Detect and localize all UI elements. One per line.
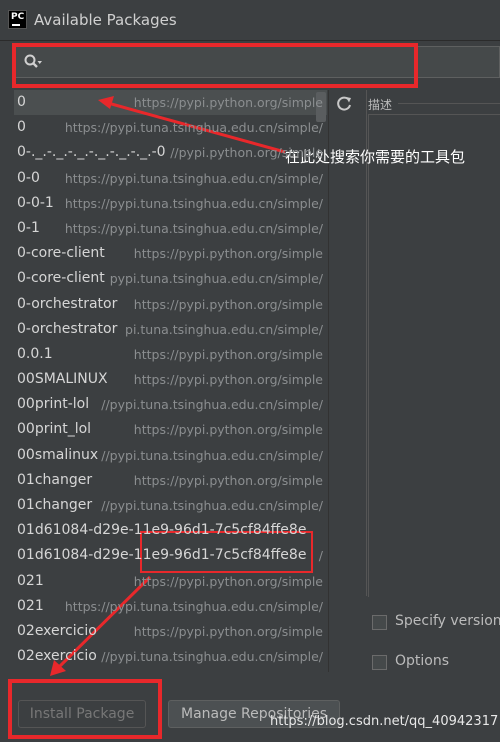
package-repository: pi.tuna.tsinghua.edu.cn/simple/: [125, 321, 323, 337]
package-row[interactable]: https://pypi.tuna.tsinghua.edu.cn/simple…: [14, 115, 327, 140]
description-divider: [398, 103, 500, 104]
title-bar: PC Available Packages: [0, 0, 500, 41]
package-repository: //pypi.python.org/simple: [170, 145, 323, 161]
package-row[interactable]: https://pypi.tuna.tsinghua.edu.cn/simple…: [14, 166, 327, 191]
package-list[interactable]: https://pypi.python.org/simple 0 https://p…: [14, 90, 327, 672]
package-repository: pypi.tuna.tsinghua.edu.cn/simple/: [109, 271, 323, 287]
options-label: Options: [395, 653, 450, 669]
package-name: 0-._.-._.-._.-._.-._.-._.-0: [17, 144, 166, 161]
package-repository: //pypi.tuna.tsinghua.edu.cn/simple/: [101, 649, 323, 665]
package-name: 0-0-1: [17, 194, 54, 211]
package-name: 02exercicio: [17, 648, 97, 665]
package-repository: https://pypi.python.org/simple: [133, 573, 323, 589]
package-name: 0-core-client: [17, 245, 105, 262]
package-row[interactable]: https://pypi.python.org/simple 0-core-cli…: [14, 241, 327, 266]
package-repository: https://pypi.python.org/simple: [133, 623, 323, 639]
package-row[interactable]: https://pypi.tuna.tsinghua.edu.cn/simple…: [14, 216, 327, 241]
package-name: 01changer: [17, 497, 93, 513]
package-repository: https://pypi.python.org/simple: [133, 346, 323, 362]
package-repository: https://pypi.python.org/simple: [133, 472, 323, 488]
package-repository: /: [318, 548, 323, 564]
package-name: 01changer: [17, 471, 93, 488]
package-name: 0-orchestrator: [17, 320, 118, 337]
specify-version-checkbox[interactable]: [372, 615, 387, 630]
package-repository: https://pypi.tuna.tsinghua.edu.cn/simple…: [64, 220, 323, 236]
package-row[interactable]: //pypi.tuna.tsinghua.edu.cn/simple/01cha…: [14, 493, 327, 518]
search-bar[interactable]: [14, 46, 500, 78]
side-toolbar: [328, 90, 359, 672]
package-row[interactable]: https://pypi.tuna.tsinghua.edu.cn/simple…: [14, 594, 327, 619]
package-row[interactable]: https://pypi.python.org/simple 021: [14, 569, 327, 594]
package-repository: https://pypi.python.org/simple: [133, 246, 323, 262]
package-row[interactable]: //pypi.python.org/simple 0-._.-._.-._.-._…: [14, 140, 327, 165]
package-name: 00print_lol: [17, 421, 92, 438]
package-row[interactable]: https://pypi.python.org/simple 0-orchestr…: [14, 292, 327, 317]
package-name: 02exercicio: [17, 622, 97, 639]
search-input[interactable]: [49, 51, 493, 75]
package-row[interactable]: //pypi.tuna.tsinghua.edu.cn/simple/02exe…: [14, 644, 327, 669]
package-name: 00smalinux: [17, 446, 99, 463]
package-repository: https://pypi.python.org/simple: [133, 372, 323, 388]
package-repository: https://pypi.python.org/simple: [133, 422, 323, 438]
package-repository: //pypi.tuna.tsinghua.edu.cn/simple/: [101, 498, 323, 513]
package-name: 0: [17, 119, 26, 136]
package-repository: https://pypi.tuna.tsinghua.edu.cn/simple…: [64, 170, 323, 186]
description-label: 描述: [368, 98, 393, 112]
package-row[interactable]: 01d61084-d29e-11e9-96d1-7c5cf84ffe8e: [14, 518, 327, 543]
package-name: 021: [17, 572, 44, 589]
refresh-icon[interactable]: [335, 95, 353, 113]
package-row[interactable]: pypi.tuna.tsinghua.edu.cn/simple/0-core-…: [14, 266, 327, 291]
package-name: 00SMALINUX: [17, 371, 108, 388]
window-title: Available Packages: [34, 11, 177, 29]
package-name: 00print-lol: [17, 396, 90, 413]
package-name: 0: [17, 94, 26, 110]
package-row[interactable]: https://pypi.python.org/simple 0: [14, 90, 327, 116]
specify-version-label: Specify version: [395, 613, 500, 629]
package-row[interactable]: //pypi.tuna.tsinghua.edu.cn/simple/00sma…: [14, 443, 327, 468]
package-name: 0-core-client: [17, 270, 105, 287]
package-repository: //pypi.tuna.tsinghua.edu.cn/simple/: [101, 447, 323, 463]
package-row[interactable]: https://pypi.python.org/simple 0.0.1: [14, 342, 327, 367]
package-row[interactable]: https://pypi.python.org/simple 00print_lo…: [14, 417, 327, 442]
package-repository: //pypi.tuna.tsinghua.edu.cn/simple/: [101, 397, 323, 413]
package-row[interactable]: / 01d61084-d29e-11e9-96d1-7c5cf84ffe8e: [14, 543, 327, 568]
pycharm-logo-icon: PC: [8, 10, 27, 29]
package-name: 01d61084-d29e-11e9-96d1-7c5cf84ffe8e: [17, 522, 307, 539]
package-row[interactable]: https://pypi.python.org/simple 02exercici…: [14, 619, 327, 644]
options-checkbox[interactable]: [372, 655, 387, 670]
package-name: 0.0.1: [17, 345, 53, 362]
package-name: 021: [17, 597, 44, 614]
package-name: 01d61084-d29e-11e9-96d1-7c5cf84ffe8e: [17, 547, 307, 564]
package-name: 0-1: [17, 219, 40, 236]
package-repository: https://pypi.tuna.tsinghua.edu.cn/simple…: [64, 598, 323, 614]
package-row[interactable]: https://pypi.python.org/simple 00SMALINUX: [14, 367, 327, 392]
package-repository: https://pypi.tuna.tsinghua.edu.cn/simple…: [64, 195, 323, 211]
package-repository: https://pypi.python.org/simple: [133, 95, 323, 110]
install-package-button[interactable]: Install Package: [18, 700, 146, 728]
package-row[interactable]: pi.tuna.tsinghua.edu.cn/simple/0-orchest…: [14, 317, 327, 342]
package-repository: https://pypi.python.org/simple: [133, 296, 323, 312]
package-row[interactable]: https://pypi.tuna.tsinghua.edu.cn/simple…: [14, 191, 327, 216]
package-name: 0-0: [17, 169, 40, 186]
watermark: https://blog.csdn.net/qq_40942317: [270, 714, 499, 729]
package-row[interactable]: //pypi.tuna.tsinghua.edu.cn/simple/00pri…: [14, 392, 327, 417]
search-icon[interactable]: [23, 53, 43, 73]
package-name: 0-orchestrator: [17, 295, 118, 312]
package-row[interactable]: https://pypi.python.org/simple 01changer: [14, 468, 327, 493]
description-body: [368, 114, 500, 597]
package-repository: https://pypi.tuna.tsinghua.edu.cn/simple…: [64, 120, 323, 136]
